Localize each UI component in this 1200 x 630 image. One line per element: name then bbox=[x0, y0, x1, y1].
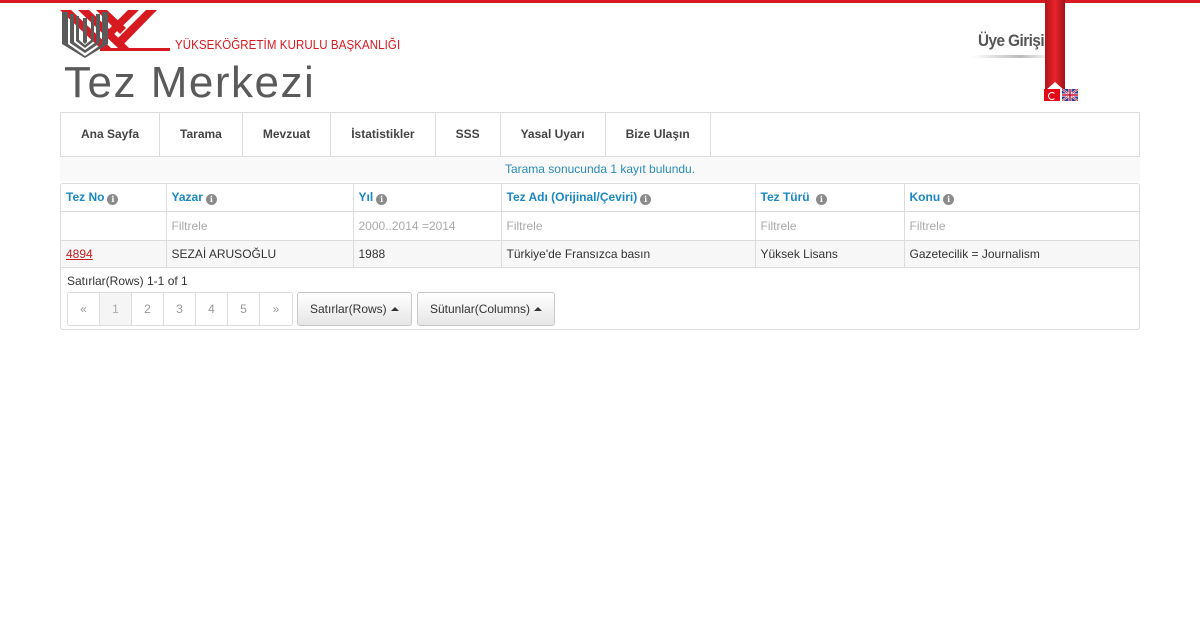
info-icon[interactable]: i bbox=[815, 193, 827, 205]
column-header-yil[interactable]: Yıl i bbox=[353, 184, 502, 212]
filter-cell-tez-no bbox=[61, 211, 167, 241]
turkish-flag-icon[interactable] bbox=[1044, 89, 1060, 101]
table-row: 4894 SEZAİ ARUSOĞLU 1988 Türkiye'de Fran… bbox=[61, 240, 1139, 268]
nav-item-istatistikler[interactable]: İstatistikler bbox=[331, 113, 436, 156]
filter-input-yil[interactable] bbox=[358, 218, 496, 233]
yok-logo[interactable]: YÜKSEKÖĞRETİM KURULU BAŞKANLIĞI Tez Merk… bbox=[60, 10, 400, 110]
caret-up-icon bbox=[390, 307, 399, 311]
site-title: Tez Merkezi bbox=[64, 58, 316, 107]
info-icon[interactable]: i bbox=[943, 193, 955, 205]
pagination-page-3[interactable]: 3 bbox=[164, 293, 196, 325]
filter-input-tez-turu[interactable] bbox=[760, 218, 899, 233]
member-login-underline bbox=[972, 55, 1052, 58]
main-nav: Ana Sayfa Tarama Mevzuat İstatistikler S… bbox=[60, 112, 1140, 157]
table-header-row: Tez No i Yazar i Yıl i Tez Adı (Orijinal/Çe… bbox=[61, 184, 1139, 212]
cell-tez-adi: Türkiye'de Fransızca basın bbox=[501, 240, 756, 268]
nav-item-tarama[interactable]: Tarama bbox=[160, 113, 243, 156]
rows-info: Satırlar(Rows) 1-1 of 1 bbox=[67, 274, 188, 288]
filter-input-tez-adi[interactable] bbox=[506, 218, 750, 233]
member-login-link[interactable]: Üye Girişi bbox=[972, 30, 1082, 62]
pagination-page-5[interactable]: 5 bbox=[228, 293, 260, 325]
top-accent-bar bbox=[0, 0, 1200, 3]
pagination-page-4[interactable]: 4 bbox=[196, 293, 228, 325]
column-label: Konu bbox=[909, 189, 941, 204]
pagination-prev-button[interactable]: « bbox=[68, 293, 100, 325]
books-icon bbox=[62, 12, 108, 58]
org-name: YÜKSEKÖĞRETİM KURULU BAŞKANLIĞI bbox=[175, 38, 401, 52]
nav-item-mevzuat[interactable]: Mevzuat bbox=[243, 113, 332, 156]
columns-dropdown-button[interactable]: Sütunlar(Columns) bbox=[417, 292, 556, 326]
nav-item-ana-sayfa[interactable]: Ana Sayfa bbox=[61, 113, 161, 156]
column-header-tez-adi[interactable]: Tez Adı (Orijinal/Çeviri) i bbox=[501, 184, 756, 212]
pagination-next-button[interactable]: » bbox=[260, 293, 292, 325]
cell-yazar: SEZAİ ARUSOĞLU bbox=[166, 240, 354, 268]
info-icon[interactable]: i bbox=[640, 193, 652, 205]
member-login-label: Üye Girişi bbox=[978, 31, 1045, 50]
filter-cell-konu bbox=[904, 211, 1139, 241]
filter-cell-tez-adi bbox=[501, 211, 756, 241]
column-label: Yıl bbox=[358, 189, 374, 204]
column-label: Tez No bbox=[66, 189, 105, 204]
column-label: Tez Adı (Orijinal/Çeviri) bbox=[506, 189, 638, 204]
column-header-konu[interactable]: Konu i bbox=[904, 184, 1139, 212]
column-header-yazar[interactable]: Yazar i bbox=[166, 184, 354, 212]
column-label: Tez Türü bbox=[760, 189, 810, 204]
column-label: Yazar bbox=[171, 189, 203, 204]
thesis-number-link[interactable]: 4894 bbox=[66, 247, 93, 261]
pagination-page-2[interactable]: 2 bbox=[132, 293, 164, 325]
pagination-page-1[interactable]: 1 bbox=[100, 293, 132, 325]
cell-yil: 1988 bbox=[353, 240, 502, 268]
filter-input-konu[interactable] bbox=[909, 218, 1134, 233]
result-count-message: Tarama sonucunda 1 kayıt bulundu. bbox=[60, 157, 1140, 181]
nav-item-yasal-uyari[interactable]: Yasal Uyarı bbox=[501, 113, 606, 156]
columns-dropdown-label: Sütunlar(Columns) bbox=[430, 302, 531, 316]
info-icon[interactable]: i bbox=[205, 193, 217, 205]
results-table: Tez No i Yazar i Yıl i Tez Adı (Orijinal/Çe… bbox=[61, 184, 1139, 268]
column-header-tez-turu[interactable]: Tez Türü i bbox=[755, 184, 905, 212]
rows-dropdown-button[interactable]: Satırlar(Rows) bbox=[297, 292, 412, 326]
nav-item-sss[interactable]: SSS bbox=[436, 113, 501, 156]
nav-item-bize-ulasin[interactable]: Bize Ulaşın bbox=[606, 113, 711, 156]
filter-cell-yil bbox=[353, 211, 502, 241]
cell-konu: Gazetecilik = Journalism bbox=[904, 240, 1139, 268]
column-header-tez-no[interactable]: Tez No i bbox=[61, 184, 167, 212]
pagination: « 1 2 3 4 5 » bbox=[67, 292, 293, 326]
info-icon[interactable]: i bbox=[107, 193, 119, 205]
caret-up-icon bbox=[534, 307, 543, 311]
language-switcher bbox=[1044, 89, 1084, 103]
filter-input-yazar[interactable] bbox=[171, 218, 348, 233]
cell-tez-no: 4894 bbox=[61, 240, 167, 268]
cell-tez-turu: Yüksek Lisans bbox=[755, 240, 905, 268]
info-icon[interactable]: i bbox=[376, 193, 388, 205]
filter-cell-yazar bbox=[166, 211, 354, 241]
results-grid: Tez No i Yazar i Yıl i Tez Adı (Orijinal/Çe… bbox=[60, 183, 1140, 330]
bookmark-ribbon-icon bbox=[1045, 0, 1065, 91]
english-flag-icon[interactable] bbox=[1062, 89, 1078, 101]
filter-cell-tez-turu bbox=[755, 211, 905, 241]
filter-row bbox=[61, 211, 1139, 241]
rows-dropdown-label: Satırlar(Rows) bbox=[310, 302, 387, 316]
